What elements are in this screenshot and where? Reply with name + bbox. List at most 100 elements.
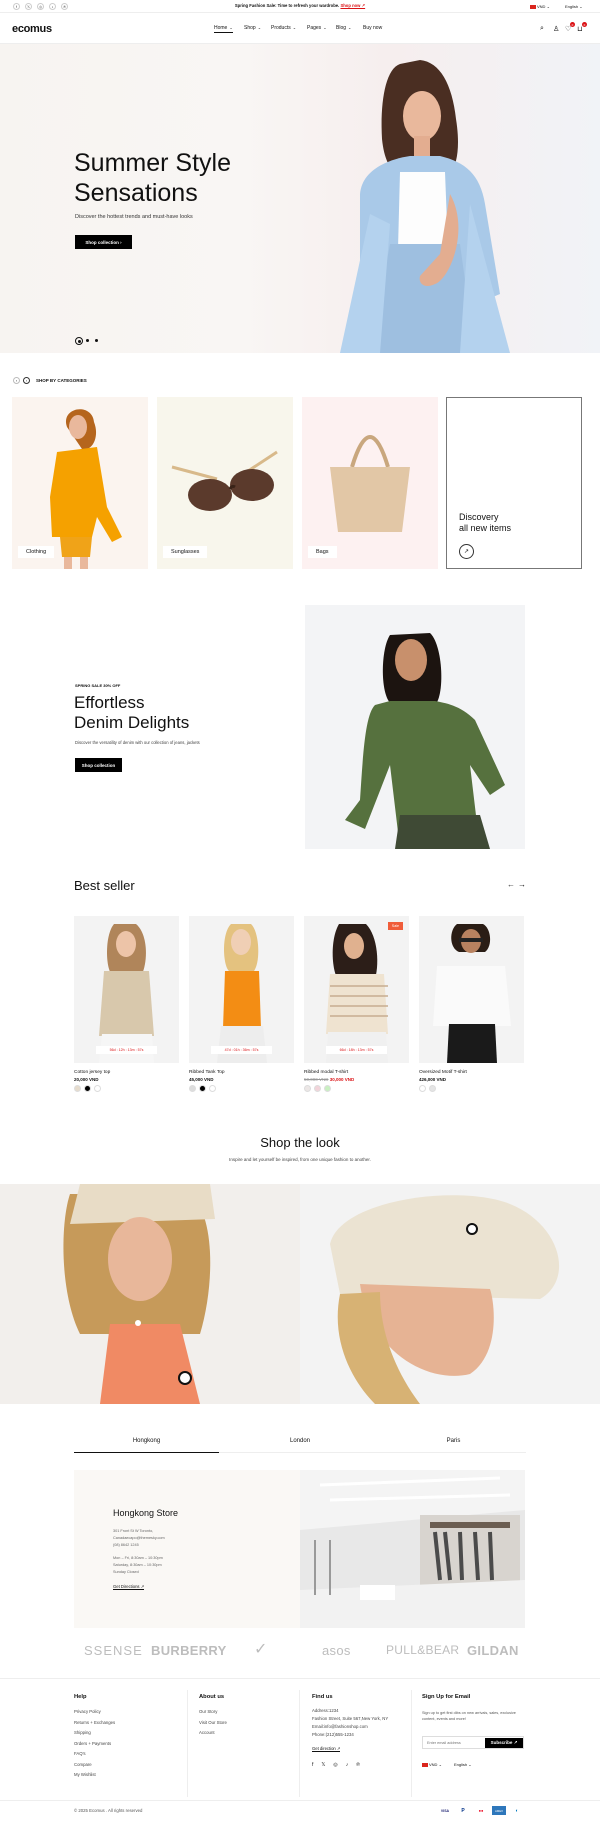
footer-link[interactable]: Shipping xyxy=(74,1728,115,1739)
shop-look-image-right[interactable] xyxy=(300,1184,600,1404)
store-contact: 301 Front St W Toronto, Canadaecapo@them… xyxy=(113,1528,165,1549)
swatch-white[interactable] xyxy=(419,1085,426,1092)
swatch-grey[interactable] xyxy=(189,1085,196,1092)
footer-get-direction-link[interactable]: Get direction ↗ xyxy=(312,1746,341,1752)
swatch-white[interactable] xyxy=(94,1085,101,1092)
amex-icon: AMEX xyxy=(492,1806,506,1815)
product-name[interactable]: Ribbed Tank Top xyxy=(189,1070,294,1075)
promo-eyebrow: SPRING SALE 30% OFF xyxy=(75,683,121,688)
swatch-pink[interactable] xyxy=(314,1085,321,1092)
footer-currency-select[interactable]: VND ⌄ xyxy=(422,1762,442,1767)
color-swatches xyxy=(304,1082,409,1094)
promo-shop-now-link[interactable]: Shop now ↗ xyxy=(340,3,365,8)
footer-link[interactable]: Our Story xyxy=(199,1707,227,1718)
language-select[interactable]: English ⌄ xyxy=(565,4,583,9)
pinterest-icon[interactable]: ℗ xyxy=(356,1762,360,1768)
get-directions-link[interactable]: Get Directions ↗ xyxy=(113,1584,145,1590)
chevron-down-icon: ⌄ xyxy=(292,25,297,30)
slide-dot-3[interactable] xyxy=(95,339,98,342)
x-icon[interactable]: 𝕏 xyxy=(321,1762,325,1768)
product-card[interactable]: 56d : 12h : 13m : 57s Cotton jersey top … xyxy=(74,916,179,1094)
nav-pages[interactable]: Pages ⌄ xyxy=(307,25,327,31)
brand-burberry[interactable]: BURBERRY xyxy=(151,1643,227,1658)
logo[interactable]: ecomus xyxy=(12,23,52,35)
nav-buy-now[interactable]: Buy now xyxy=(363,25,382,31)
hero-subtitle: Discover the hottest trends and must-hav… xyxy=(75,214,193,220)
brand-pull-bear[interactable]: PULL&BEAR xyxy=(386,1643,459,1657)
slide-dot-2[interactable] xyxy=(86,339,89,342)
nike-swoosh-icon[interactable]: ✓ xyxy=(254,1639,268,1659)
arrow-left-icon[interactable]: ← xyxy=(507,880,515,889)
tiktok-icon[interactable]: ♪ xyxy=(346,1762,349,1768)
footer-link[interactable]: Compare xyxy=(74,1760,115,1771)
tab-paris[interactable]: Paris xyxy=(381,1438,526,1453)
user-icon[interactable]: ♙ xyxy=(553,25,559,33)
footer-link[interactable]: My Wishlist xyxy=(74,1770,115,1781)
footer-language-select[interactable]: English ⌄ xyxy=(454,1762,472,1767)
sale-badge: Sale xyxy=(387,922,403,930)
footer-about-heading: About us xyxy=(199,1694,225,1700)
product-name[interactable]: Ribbed modal T-shirt xyxy=(304,1070,409,1075)
instagram-icon[interactable]: ◎ xyxy=(333,1762,337,1768)
footer-link[interactable]: Visit Our Store xyxy=(199,1718,227,1729)
brand-ssense[interactable]: SSENSE xyxy=(84,1643,143,1658)
subscribe-button[interactable]: Subscribe ↗ xyxy=(485,1738,523,1748)
product-card[interactable]: Oversized Motif T-shirt 426,000 VND xyxy=(419,916,524,1094)
swatch-black[interactable] xyxy=(84,1085,91,1092)
categories-next-button[interactable]: › xyxy=(23,377,30,384)
nav-blog[interactable]: Blog ⌄ xyxy=(336,25,351,31)
category-card-sunglasses[interactable]: Sunglasses xyxy=(157,397,293,569)
cart-icon[interactable]: ⊔ xyxy=(577,25,582,33)
store-phone: (08) 8642 1245 xyxy=(113,1543,139,1547)
slide-dot-1[interactable] xyxy=(75,337,83,345)
swatch-white[interactable] xyxy=(209,1085,216,1092)
tab-london[interactable]: London xyxy=(219,1438,381,1453)
email-input[interactable] xyxy=(427,1739,477,1747)
category-card-clothing[interactable]: Clothing xyxy=(12,397,148,569)
nav-products[interactable]: Products ⌄ xyxy=(271,25,296,31)
product-name[interactable]: Cotton jersey top xyxy=(74,1070,179,1075)
footer-social-icons: f 𝕏 ◎ ♪ ℗ xyxy=(312,1762,360,1768)
product-image[interactable]: Sale 66d : 18h : 13m : 57s xyxy=(304,916,409,1063)
footer-col-divider xyxy=(299,1690,300,1797)
brand-gildan[interactable]: GILDAN xyxy=(467,1643,519,1658)
search-icon[interactable]: ⌕ xyxy=(540,25,544,33)
arrow-up-right-icon[interactable]: ↗ xyxy=(459,544,474,559)
facebook-icon[interactable]: f xyxy=(312,1762,313,1768)
category-card-bags[interactable]: Bags xyxy=(302,397,438,569)
footer-link[interactable]: Orders + Payments xyxy=(74,1739,115,1750)
swatch-green[interactable] xyxy=(324,1085,331,1092)
product-name[interactable]: Oversized Motif T-shirt xyxy=(419,1070,524,1075)
categories-prev-button[interactable]: ‹ xyxy=(13,377,20,384)
discovery-text: Discovery all new items xyxy=(459,512,511,534)
tab-hongkong[interactable]: Hongkong xyxy=(74,1438,219,1453)
promo-description: Discover the versatility of denim with o… xyxy=(75,740,200,745)
footer-link[interactable]: Returns + Exchanges xyxy=(74,1718,115,1729)
category-card-discovery[interactable]: Discovery all new items ↗ xyxy=(446,397,582,569)
currency-select[interactable]: VND ⌄ xyxy=(530,4,550,9)
nav-home[interactable]: Home ⌄ xyxy=(214,25,233,33)
hero-shop-collection-button[interactable]: Shop collection › xyxy=(75,235,132,249)
chevron-down-icon: ⌄ xyxy=(323,25,327,30)
swatch-grey[interactable] xyxy=(429,1085,436,1092)
nav-shop[interactable]: Shop ⌄ xyxy=(244,25,261,31)
chevron-down-icon: ⌄ xyxy=(348,25,352,30)
swatch-beige[interactable] xyxy=(74,1085,81,1092)
product-card[interactable]: 47d : 01h : 36m : 57s Ribbed Tank Top 45… xyxy=(189,916,294,1094)
ribbed-modal-photo xyxy=(326,924,388,1063)
footer-link[interactable]: Privacy Policy xyxy=(74,1707,115,1718)
footer-link[interactable]: FAQ's xyxy=(74,1749,115,1760)
tab-hongkong-label: Hongkong xyxy=(132,1438,161,1444)
arrow-right-icon[interactable]: → xyxy=(518,880,526,889)
product-card[interactable]: Sale 66d : 18h : 13m : 57s Ribbed modal … xyxy=(304,916,409,1094)
promo-shop-collection-button[interactable]: Shop collection xyxy=(75,758,122,772)
product-image[interactable] xyxy=(419,916,524,1063)
product-image[interactable]: 47d : 01h : 36m : 57s xyxy=(189,916,294,1063)
footer-email: Email:info@fashionshop.com xyxy=(312,1724,368,1729)
brand-asos[interactable]: asos xyxy=(322,1643,351,1658)
swatch-light[interactable] xyxy=(304,1085,311,1092)
product-image[interactable]: 56d : 12h : 13m : 57s xyxy=(74,916,179,1063)
shop-look-image-left[interactable] xyxy=(0,1184,300,1404)
swatch-black[interactable] xyxy=(199,1085,206,1092)
footer-link[interactable]: Account xyxy=(199,1728,227,1739)
